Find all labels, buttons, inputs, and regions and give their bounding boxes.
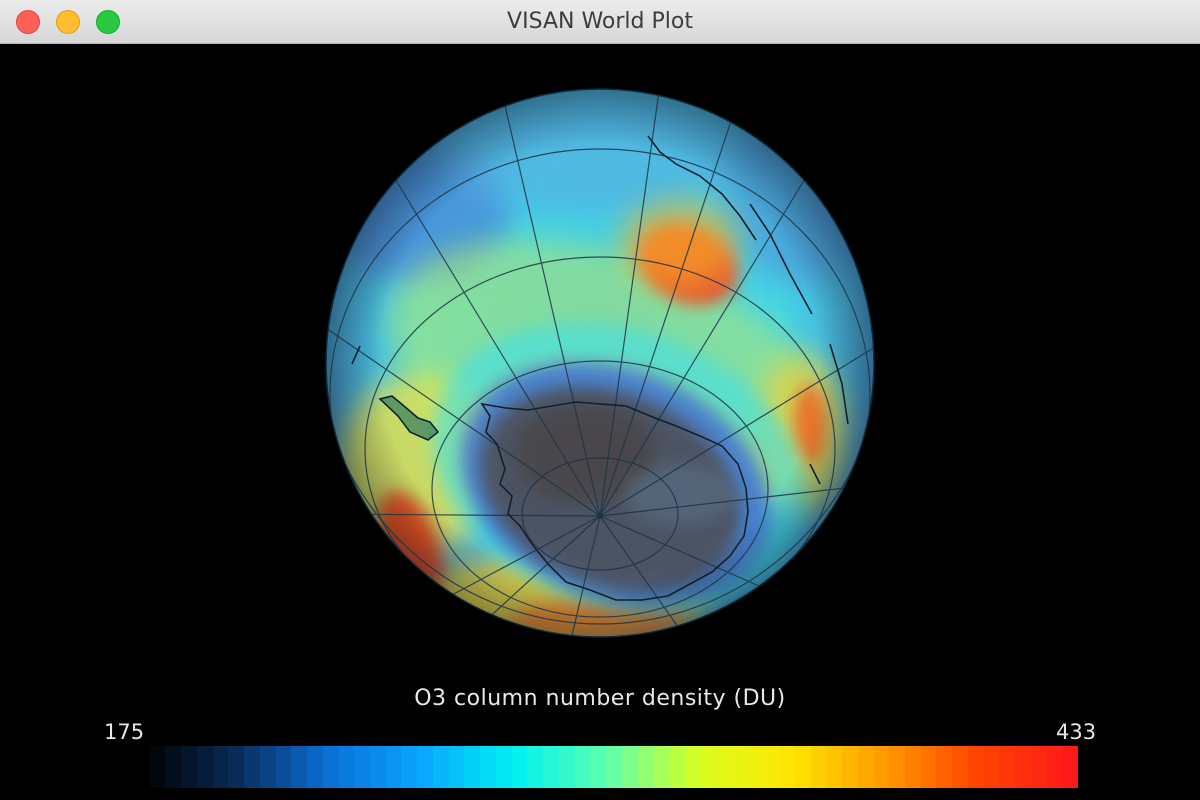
colorbar-step	[983, 746, 1000, 788]
colorbar-max-label: 433	[1056, 720, 1097, 744]
colorbar-step	[1015, 746, 1031, 788]
colorbar	[134, 746, 1079, 788]
colorbar-step	[590, 746, 607, 788]
window-title: VISAN World Plot	[507, 9, 693, 34]
colorbar-step	[181, 746, 197, 788]
colorbar-step	[432, 746, 449, 788]
colorbar-step	[936, 746, 953, 788]
colorbar-step	[307, 746, 323, 788]
colorbar-step	[464, 746, 481, 788]
colorbar-step	[763, 746, 780, 788]
colorbar-step	[448, 746, 465, 788]
colorbar-step	[480, 746, 496, 788]
colorbar-step	[259, 746, 276, 788]
world-plot-canvas[interactable]: O3 column number density (DU) 175 433	[0, 44, 1200, 800]
colorbar-step	[747, 746, 764, 788]
colorbar-step	[621, 746, 638, 788]
colorbar-step	[495, 746, 512, 788]
colorbar-step	[967, 746, 984, 788]
colorbar-step	[212, 746, 229, 788]
colorbar-step	[134, 746, 150, 788]
colorbar-step	[889, 746, 905, 788]
colorbar-step	[574, 746, 591, 788]
colorbar-step	[196, 746, 213, 788]
colorbar-step	[716, 746, 732, 788]
colorbar-step	[322, 746, 339, 788]
colorbar-step	[700, 746, 717, 788]
colorbar-step	[999, 746, 1016, 788]
colorbar-step	[606, 746, 622, 788]
colorbar-step	[354, 746, 371, 788]
colorbar-step	[826, 746, 843, 788]
colorbar-step	[228, 746, 245, 788]
colorbar-step	[165, 746, 182, 788]
colorbar-step	[385, 746, 402, 788]
colorbar-step	[684, 746, 701, 788]
colorbar-step	[810, 746, 827, 788]
colorbar-step	[653, 746, 669, 788]
colorbar-step	[779, 746, 795, 788]
colorbar-step	[291, 746, 308, 788]
colorbar-step	[527, 746, 544, 788]
colorbar-step	[370, 746, 386, 788]
colorbar-step	[731, 746, 748, 788]
colorbar-step	[244, 746, 260, 788]
colorbar-step	[904, 746, 921, 788]
colorbar-step	[920, 746, 937, 788]
colorbar-step	[857, 746, 874, 788]
colorbar-step	[794, 746, 811, 788]
colorbar-step	[558, 746, 575, 788]
colorbar-step	[1030, 746, 1047, 788]
colorbar-step	[275, 746, 292, 788]
colorbar-step	[1062, 746, 1079, 788]
colorbar-step	[668, 746, 685, 788]
visan-world-plot-window: VISAN World Plot O3 column number densit…	[0, 0, 1200, 800]
colorbar-min-label: 175	[104, 720, 145, 744]
colorbar-step	[417, 746, 433, 788]
colorbar-step	[543, 746, 559, 788]
colorbar-title: O3 column number density (DU)	[414, 686, 786, 711]
title-bar[interactable]: VISAN World Plot	[0, 0, 1200, 44]
colorbar-step	[842, 746, 858, 788]
colorbar-step	[338, 746, 355, 788]
colorbar-step	[637, 746, 654, 788]
colorbar-step	[952, 746, 968, 788]
colorbar-step	[149, 746, 166, 788]
colorbar-step	[401, 746, 418, 788]
colorbar-step	[511, 746, 528, 788]
colorbar-step	[1046, 746, 1063, 788]
south-pole-marker	[597, 513, 603, 519]
colorbar-step	[873, 746, 890, 788]
